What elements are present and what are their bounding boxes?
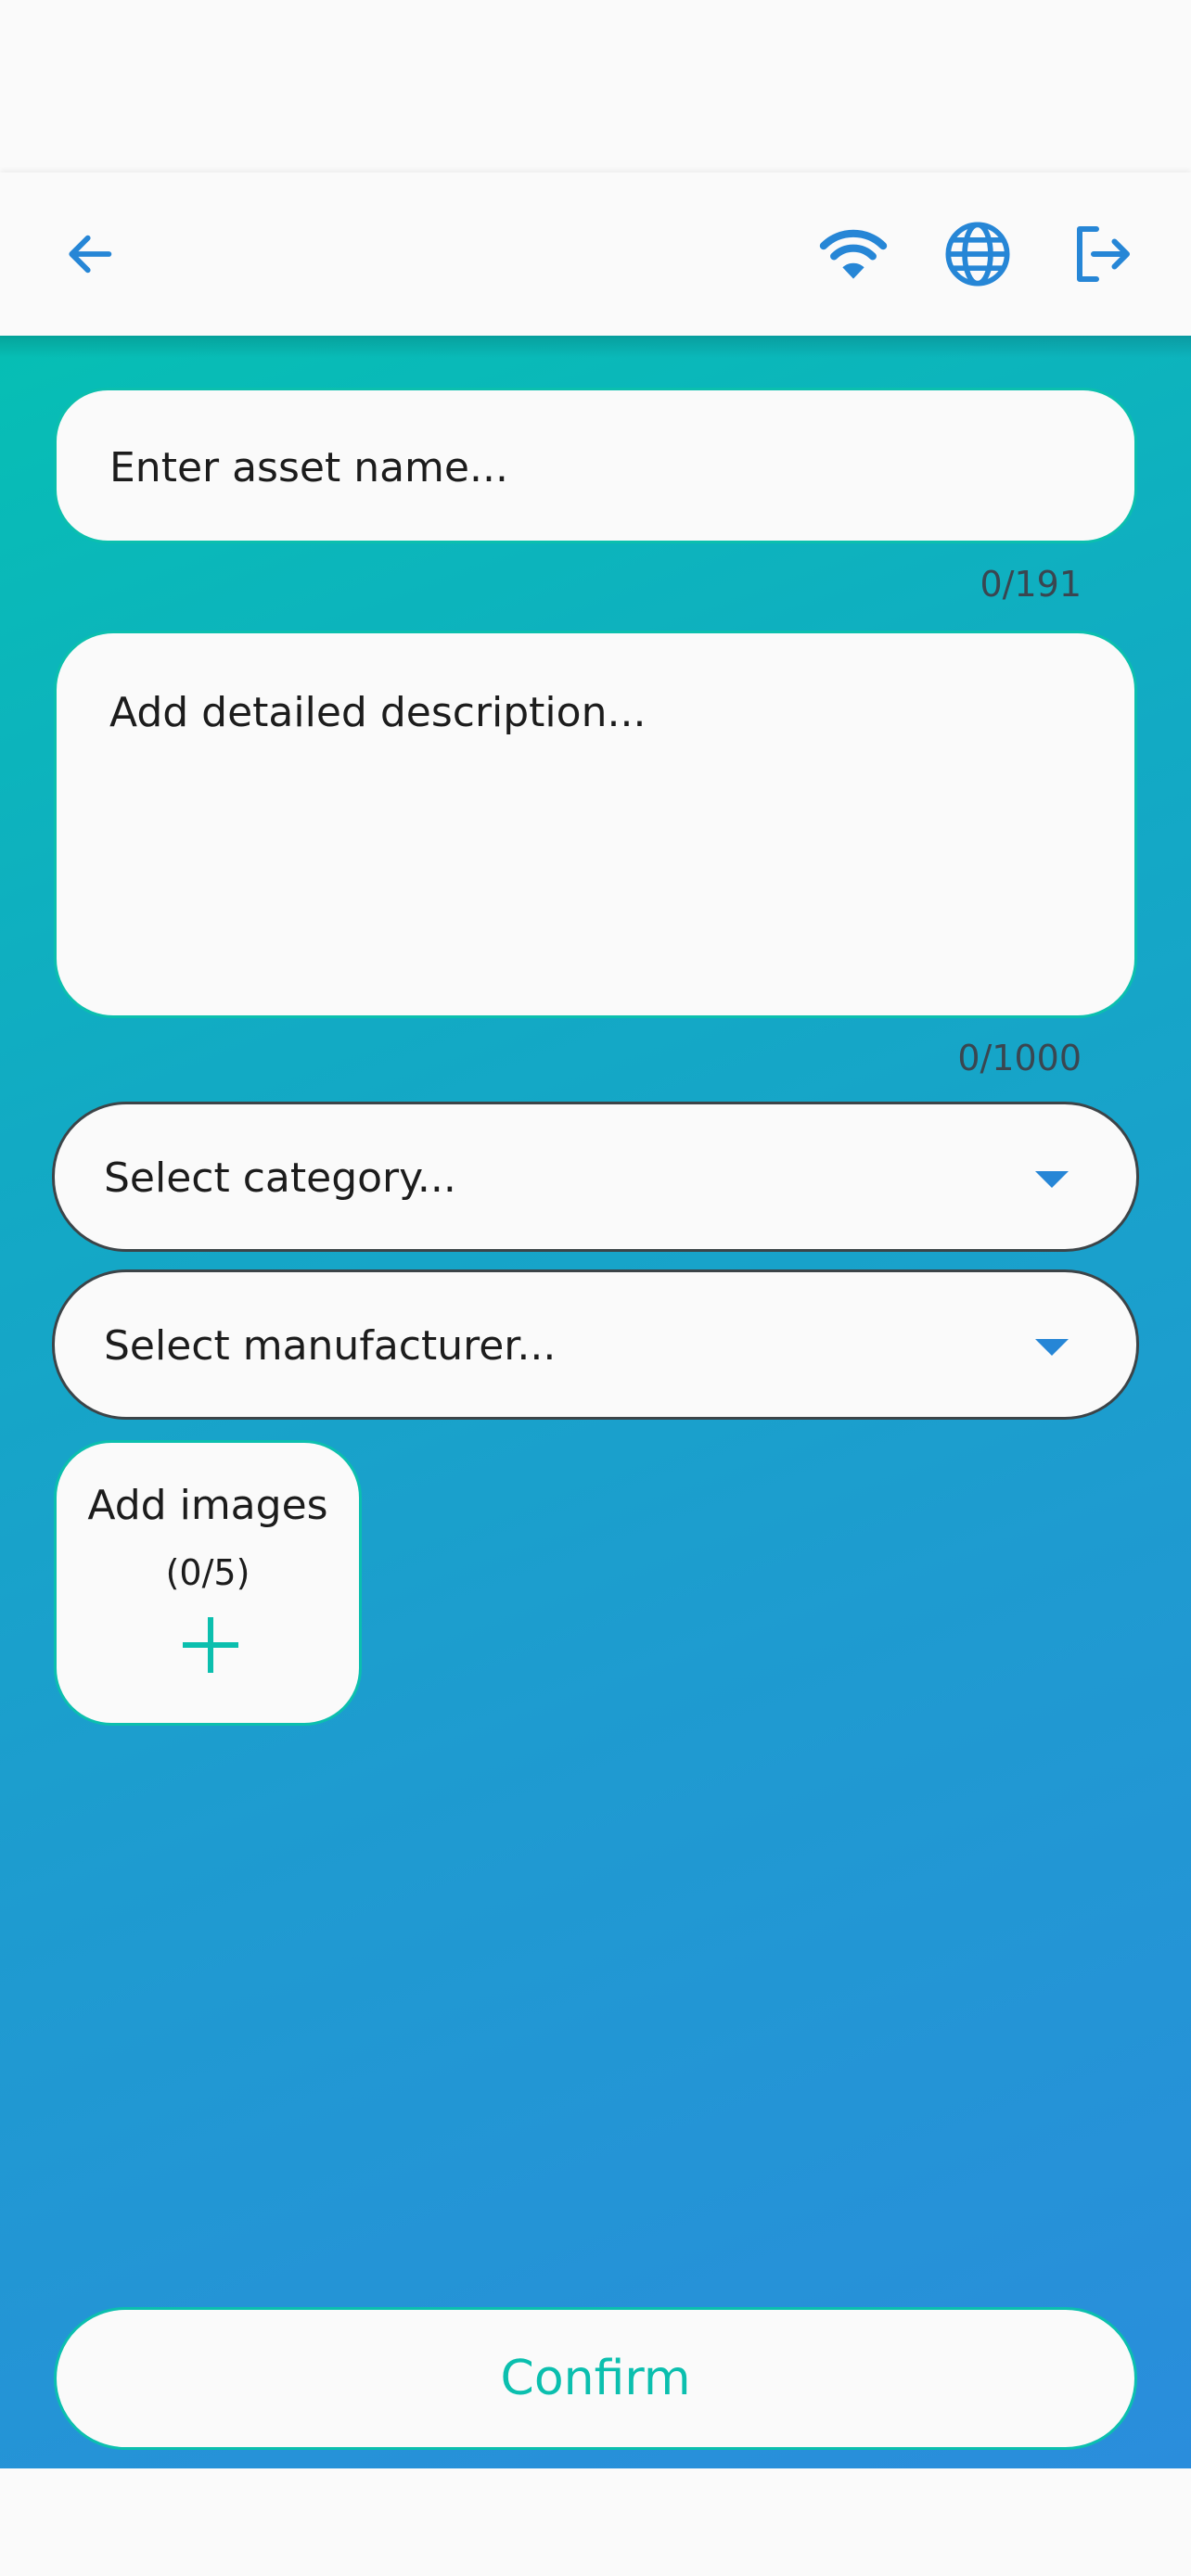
globe-icon bbox=[945, 222, 1010, 287]
asset-name-placeholder: Enter asset name... bbox=[109, 444, 508, 491]
logout-icon bbox=[1077, 226, 1130, 282]
category-placeholder: Select category... bbox=[104, 1154, 456, 1202]
category-dropdown[interactable]: Select category... bbox=[52, 1102, 1139, 1252]
manufacturer-dropdown[interactable]: Select manufacturer... bbox=[52, 1269, 1139, 1420]
description-counter: 0/1000 bbox=[957, 1038, 1082, 1078]
confirm-label: Confirm bbox=[500, 2351, 691, 2406]
bottom-safe-area bbox=[0, 2468, 1191, 2576]
manufacturer-placeholder: Select manufacturer... bbox=[104, 1322, 557, 1370]
add-images-button[interactable]: Add images (0/5) bbox=[54, 1440, 362, 1726]
wifi-status-button[interactable] bbox=[814, 215, 892, 293]
description-placeholder: Add detailed description... bbox=[109, 689, 647, 736]
asset-name-input[interactable]: Enter asset name... bbox=[54, 388, 1137, 543]
app-bar bbox=[0, 172, 1191, 336]
back-button[interactable] bbox=[50, 215, 128, 293]
chevron-down-icon bbox=[1035, 1339, 1069, 1356]
plus-icon bbox=[183, 1617, 238, 1673]
chevron-down-icon bbox=[1035, 1171, 1069, 1188]
asset-name-counter: 0/191 bbox=[980, 564, 1082, 605]
image-count: (0/5) bbox=[165, 1552, 250, 1593]
arrow-left-icon bbox=[69, 235, 112, 274]
confirm-button[interactable]: Confirm bbox=[54, 2307, 1137, 2450]
description-textarea[interactable]: Add detailed description... bbox=[54, 631, 1137, 1018]
status-bar-area bbox=[0, 0, 1191, 172]
logout-button[interactable] bbox=[1063, 215, 1141, 293]
add-images-label: Add images bbox=[87, 1482, 328, 1529]
wifi-icon bbox=[819, 229, 888, 279]
language-button[interactable] bbox=[939, 215, 1017, 293]
